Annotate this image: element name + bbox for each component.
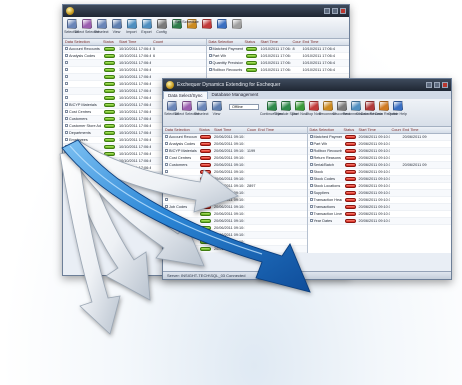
arrows-graphic [59,139,311,335]
